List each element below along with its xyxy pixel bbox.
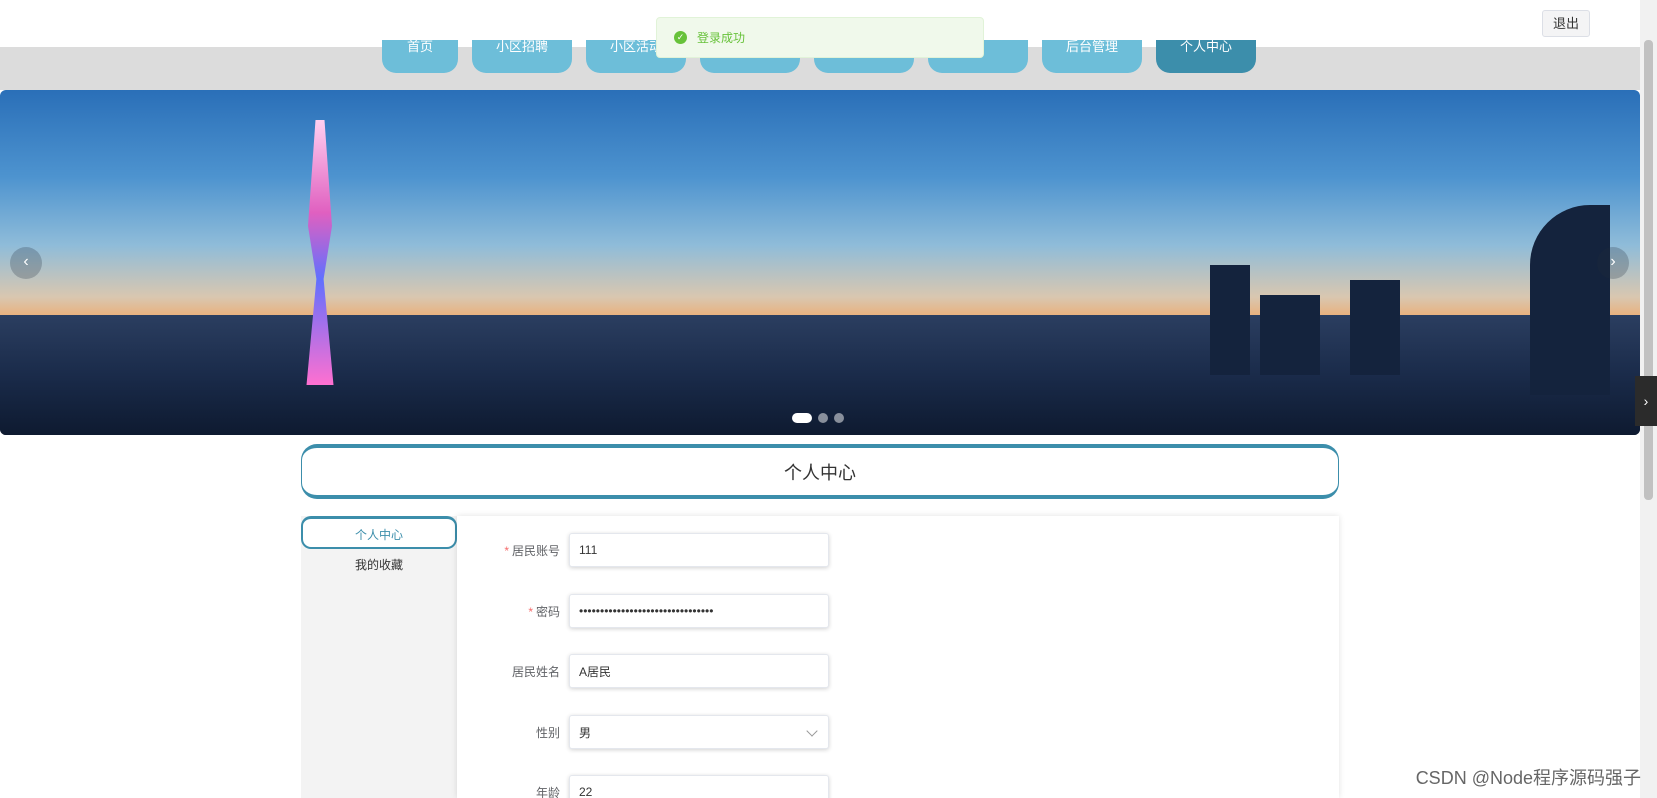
side-expand-tab[interactable]: › xyxy=(1635,376,1657,426)
form-row-account: * 居民账号 111 xyxy=(457,533,829,567)
profile-form: * 居民账号 111 * 密码 ••••••••••••••••••••••••••… xyxy=(457,516,1339,798)
form-row-age: 年龄 22 xyxy=(457,775,829,798)
carousel-prev-arrow[interactable]: ‹ xyxy=(10,247,42,279)
form-row-gender: 性别 男 xyxy=(457,715,829,749)
account-label: * 居民账号 xyxy=(504,543,560,558)
sidemenu-item-profile[interactable]: 个人中心 xyxy=(301,516,457,549)
carousel-dot-3[interactable] xyxy=(834,413,844,423)
banner-building xyxy=(1210,265,1250,375)
banner-carousel xyxy=(0,90,1640,435)
banner-building xyxy=(1260,295,1320,375)
gender-select[interactable]: 男 xyxy=(569,715,829,749)
name-label: 居民姓名 xyxy=(511,664,560,679)
logout-button[interactable]: 退出 xyxy=(1541,10,1590,37)
toast-message: 登录成功 xyxy=(697,31,746,45)
success-toast: ✓ 登录成功 xyxy=(656,17,984,58)
nav-item-admin[interactable]: 后台管理 xyxy=(1042,40,1142,73)
profile-sidemenu: 个人中心 我的收藏 xyxy=(301,516,457,798)
account-input[interactable]: 111 xyxy=(569,533,829,567)
required-mark: * xyxy=(528,604,533,619)
page-title: 个人中心 xyxy=(301,444,1339,499)
required-mark: * xyxy=(504,543,509,558)
age-input[interactable]: 22 xyxy=(569,775,829,798)
nav-item-profile[interactable]: 个人中心 xyxy=(1156,40,1256,73)
banner-building xyxy=(1350,280,1400,375)
banner-building xyxy=(1530,205,1610,395)
carousel-next-arrow[interactable]: › xyxy=(1597,247,1629,279)
scrollbar-thumb[interactable] xyxy=(1644,40,1653,500)
chevron-down-icon xyxy=(806,725,818,737)
form-row-name: 居民姓名 A居民 xyxy=(457,654,829,688)
nav-item-recruitment[interactable]: 小区招聘 xyxy=(472,40,572,73)
password-label: * 密码 xyxy=(528,604,560,619)
nav-item-home[interactable]: 首页 xyxy=(382,40,458,73)
check-circle-icon: ✓ xyxy=(674,31,687,44)
gender-value: 男 xyxy=(579,725,592,740)
carousel-dot-1[interactable] xyxy=(792,413,812,423)
age-label: 年龄 xyxy=(535,785,560,798)
gender-label: 性别 xyxy=(535,725,560,740)
carousel-dot-2[interactable] xyxy=(818,413,828,423)
form-row-password: * 密码 •••••••••••••••••••••••••••••••• xyxy=(457,594,829,628)
password-input[interactable]: •••••••••••••••••••••••••••••••• xyxy=(569,594,829,628)
watermark-text: CSDN @Node程序源码强子 xyxy=(1415,768,1641,788)
name-input[interactable]: A居民 xyxy=(569,654,829,688)
sidemenu-item-favorites[interactable]: 我的收藏 xyxy=(301,549,457,582)
carousel-indicators xyxy=(792,413,844,423)
